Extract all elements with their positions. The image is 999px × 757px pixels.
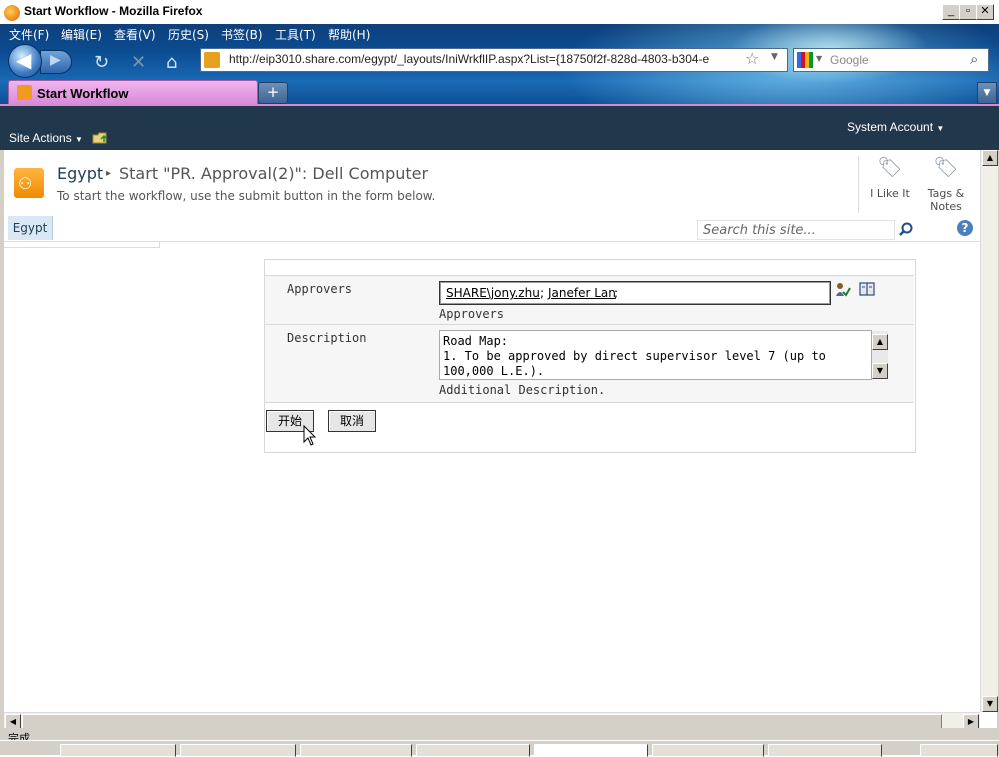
arrow-right-icon: ▶ <box>50 52 61 68</box>
site-logo-icon[interactable]: ⚇ <box>14 168 44 198</box>
menu-file[interactable]: 文件(F) <box>9 26 49 43</box>
taskbar-item[interactable] <box>300 744 412 757</box>
user-menu[interactable]: System Account ▼ <box>847 120 944 134</box>
home-icon[interactable]: ⌂ <box>166 52 177 73</box>
nav-item-egypt[interactable]: Egypt <box>8 216 53 240</box>
description-label: Description <box>287 331 367 345</box>
window-titlebar: Start Workflow - Mozilla Firefox _ ▫ ✕ <box>0 0 999 24</box>
page-title: Start "PR. Approval(2)": Dell Computer <box>119 164 429 183</box>
arrow-left-icon: ◀ <box>16 48 32 72</box>
description-textarea[interactable]: Road Map: 1. To be approved by direct su… <box>439 330 872 380</box>
description-line: 1. To be approved by direct supervisor l… <box>443 349 826 363</box>
breadcrumb-separator-icon: ▸ <box>106 168 112 179</box>
breadcrumb-site[interactable]: Egypt <box>57 164 103 183</box>
taskbar-item[interactable] <box>768 744 882 757</box>
cancel-button[interactable]: 取消 <box>328 410 376 432</box>
system-tray <box>920 744 998 757</box>
tags-notes-button[interactable]: 🏷 Tags & Notes <box>920 155 972 213</box>
menu-view[interactable]: 查看(V) <box>114 26 156 43</box>
status-bar: 完成 <box>0 728 999 745</box>
stop-icon[interactable]: ✕ <box>131 52 146 73</box>
scroll-down-icon[interactable]: ▼ <box>982 696 998 712</box>
url-text: http://eip3010.share.com/egypt/_layouts/… <box>229 52 710 66</box>
minimize-button[interactable]: _ <box>942 4 960 20</box>
menu-help[interactable]: 帮助(H) <box>328 26 370 43</box>
chevron-down-icon: ▼ <box>936 124 945 133</box>
bookmark-star-icon[interactable]: ☆ <box>745 49 759 68</box>
tab-start-workflow[interactable]: Start Workflow <box>8 80 258 105</box>
back-button[interactable]: ◀ <box>8 44 42 78</box>
taskbar-item[interactable] <box>60 744 176 757</box>
taskbar-item[interactable] <box>180 744 296 757</box>
google-icon[interactable] <box>797 52 813 68</box>
tags-notes-label-2: Notes <box>930 200 962 213</box>
reload-icon[interactable]: ↻ <box>94 52 109 73</box>
site-search-input[interactable]: Search this site... <box>697 220 895 240</box>
user-name: System Account <box>847 120 934 134</box>
address-bar[interactable]: http://eip3010.share.com/egypt/_layouts/… <box>200 48 788 72</box>
help-icon[interactable]: ? <box>957 220 973 236</box>
navigate-up-icon[interactable] <box>92 130 108 144</box>
site-search-placeholder: Search this site... <box>703 223 816 238</box>
engine-dropdown-icon[interactable]: ▼ <box>816 54 822 63</box>
i-like-it-button[interactable]: 🏷 I Like It <box>866 155 914 205</box>
scroll-up-icon[interactable]: ▲ <box>872 334 888 350</box>
approvers-label: Approvers <box>287 282 353 296</box>
chevron-down-icon: ▼ <box>75 135 83 144</box>
taskbar-item[interactable] <box>416 744 530 757</box>
tags-notes-label-1: Tags & <box>927 187 965 200</box>
menu-bookmarks[interactable]: 书签(B) <box>221 26 263 43</box>
vertical-scrollbar[interactable]: ▲ ▼ <box>980 150 998 712</box>
maximize-button[interactable]: ▫ <box>959 4 977 20</box>
menu-tools[interactable]: 工具(T) <box>275 26 316 43</box>
approver-entry[interactable]: SHARE\jony.zhu <box>446 286 540 300</box>
url-dropdown-icon[interactable]: ▼ <box>771 52 778 62</box>
i-like-it-label: I Like It <box>870 187 910 200</box>
description-scrollbar[interactable]: ▲ ▼ <box>872 331 888 379</box>
search-bar[interactable]: ▼ Google ⌕ <box>793 48 989 72</box>
search-go-icon[interactable] <box>896 220 916 240</box>
scroll-down-icon[interactable]: ▼ <box>872 363 888 379</box>
tab-favicon-icon <box>17 85 32 100</box>
close-button[interactable]: ✕ <box>976 4 994 20</box>
site-actions-label: Site Actions <box>9 131 72 145</box>
firefox-icon <box>4 5 20 21</box>
window-title: Start Workflow - Mozilla Firefox <box>24 4 203 18</box>
approvers-hint: Approvers <box>439 307 505 321</box>
page-description: To start the workflow, use the submit bu… <box>57 189 436 203</box>
tab-label: Start Workflow <box>37 86 129 101</box>
site-actions-menu[interactable]: Site Actions ▼ <box>9 131 83 145</box>
approver-entry[interactable]: Janefer Lan <box>548 286 616 300</box>
forward-button[interactable]: ▶ <box>40 50 72 74</box>
tags-icon: 🏷 <box>933 155 959 179</box>
description-line: Road Map: <box>443 334 509 348</box>
taskbar-item-active[interactable] <box>534 744 648 757</box>
check-names-icon[interactable] <box>835 282 851 298</box>
menu-history[interactable]: 历史(S) <box>168 26 209 43</box>
mouse-cursor-icon <box>303 425 317 446</box>
tab-list-button[interactable]: ▼ <box>977 82 997 104</box>
new-tab-button[interactable]: + <box>258 82 288 104</box>
address-book-icon[interactable] <box>859 282 875 296</box>
taskbar <box>0 740 999 757</box>
description-hint: Additional Description. <box>439 383 606 397</box>
thumbs-tag-icon: 🏷 <box>877 155 903 179</box>
approvers-people-picker[interactable]: SHARE\jony.zhu ; Janefer Lan ; <box>439 281 831 305</box>
search-icon[interactable]: ⌕ <box>970 50 978 68</box>
description-line: 100,000 L.E.). <box>443 364 545 378</box>
horizontal-scrollbar[interactable]: ◀ ▶ <box>4 712 980 730</box>
scroll-up-icon[interactable]: ▲ <box>982 150 998 166</box>
search-placeholder: Google <box>830 53 869 67</box>
page-header <box>4 150 980 217</box>
menu-edit[interactable]: 编辑(E) <box>61 26 102 43</box>
site-favicon-icon <box>204 52 220 68</box>
taskbar-item[interactable] <box>652 744 764 757</box>
